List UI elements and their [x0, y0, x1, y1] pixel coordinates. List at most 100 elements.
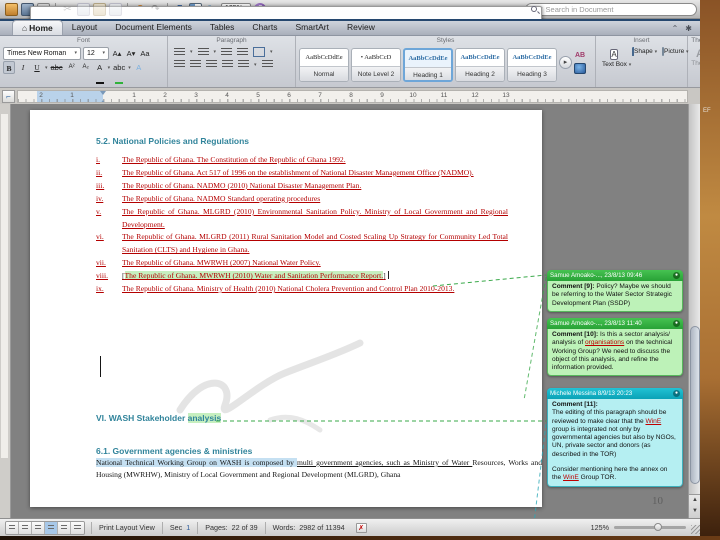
tab-home[interactable]: ⌂ Home: [12, 20, 63, 35]
reference-item[interactable]: v. The Republic of Ghana. MLGRD (2010) En…: [96, 206, 508, 232]
textbox-icon: A: [610, 49, 618, 60]
style-heading-2[interactable]: AaBbCcDdEe Heading 2: [455, 48, 505, 82]
underline-button[interactable]: U: [31, 61, 43, 74]
subscript-button[interactable]: A₂: [80, 61, 92, 74]
misspelled-word: WinE: [563, 474, 579, 482]
insert-textbox-button[interactable]: A Text Box ▾: [602, 48, 631, 68]
view-draft-button[interactable]: [6, 521, 19, 534]
spelling-status-icon[interactable]: ✗: [355, 522, 367, 533]
view-outline-button[interactable]: [19, 521, 32, 534]
tab-smartart[interactable]: SmartArt: [286, 20, 338, 35]
style-guides-icon[interactable]: [574, 63, 586, 74]
change-case-button[interactable]: Aa: [139, 47, 151, 60]
resize-grip[interactable]: [691, 525, 700, 534]
bullets-icon[interactable]: [174, 47, 185, 57]
search-placeholder: Search in Document: [545, 4, 614, 14]
align-center-icon[interactable]: [190, 60, 201, 69]
comment-header: Samue Amoako-..., 23/8/13 11:40 ●: [547, 318, 683, 329]
view-publishing-button[interactable]: [32, 521, 45, 534]
tab-tables[interactable]: Tables: [201, 20, 244, 35]
ribbon-tabs: ⌂ Home Layout Document Elements Tables Charts…: [12, 20, 384, 35]
manage-styles-icon[interactable]: AB: [574, 50, 586, 61]
pages-indicator[interactable]: Pages: 22 of 39: [197, 521, 264, 534]
indent-markers[interactable]: [100, 90, 107, 102]
font-color-button[interactable]: A: [94, 61, 106, 84]
zoom-slider[interactable]: [614, 523, 686, 531]
align-right-icon[interactable]: [206, 60, 217, 69]
tab-layout[interactable]: Layout: [63, 20, 107, 35]
open-icon[interactable]: [5, 2, 18, 16]
reference-item[interactable]: iii. The Republic of Ghana. NADMO (2010) …: [96, 180, 508, 193]
reference-item[interactable]: vi. The Republic of Ghana. MLGRD (2011) R…: [96, 231, 508, 257]
comment-author-timestamp: Samue Amoako-..., 23/8/13 09:46: [550, 272, 643, 279]
reference-text: The Republic of Ghana. MWRWH (2007) Nati…: [122, 258, 321, 268]
decrease-indent-icon[interactable]: [221, 47, 233, 57]
italic-button[interactable]: I: [17, 61, 29, 74]
comment-collapse-button[interactable]: ●: [673, 390, 680, 397]
slide-background-strip: [700, 0, 720, 540]
strikethrough-button[interactable]: abc: [50, 61, 64, 74]
tab-document-elements[interactable]: Document Elements: [106, 20, 201, 35]
justify-icon[interactable]: [222, 60, 233, 69]
sort-icon[interactable]: [261, 60, 273, 69]
search-input[interactable]: ▾ Search in Document: [525, 2, 697, 16]
horizontal-ruler[interactable]: 2 1 1 2 3 4 5 6 7 8 9 10 11 12 13: [17, 89, 688, 103]
stakeholder-heading-text: VI. WASH Stakeholder: [96, 413, 188, 423]
ruler-number: 8: [349, 91, 353, 99]
view-fullscreen-button[interactable]: [71, 521, 84, 534]
text-cursor: [100, 356, 101, 377]
tab-review[interactable]: Review: [338, 20, 384, 35]
font-size-select[interactable]: 12 ▾: [83, 47, 109, 60]
reference-item[interactable]: i. The Republic of Ghana. The Constitutio…: [96, 154, 508, 167]
collapse-ribbon-icon[interactable]: ⌃: [672, 24, 679, 33]
comment-bubble-11[interactable]: Michele Messina 8/9/13 20:23 ● Comment [11…: [547, 388, 683, 487]
borders-icon[interactable]: [253, 47, 266, 57]
view-notebook-button[interactable]: [58, 521, 71, 534]
text-effects-button[interactable]: A: [133, 61, 145, 74]
numbering-icon[interactable]: [197, 47, 209, 57]
grow-font-button[interactable]: A▴: [111, 47, 123, 60]
reference-text: The Republic of Ghana. Act 517 of 1996 o…: [122, 167, 474, 177]
reference-item[interactable]: iv. The Republic of Ghana. NADMO Standard…: [96, 193, 508, 206]
document-page[interactable]: 5.2. National Policies and Regulations i…: [30, 110, 542, 507]
comment-bubble-9[interactable]: Samue Amoako-..., 23/8/13 09:46 ● Comment …: [547, 270, 683, 312]
ruler-number: 9: [380, 91, 384, 99]
insert-group: Insert A Text Box ▾ Shape ▾ Picture ▾: [596, 36, 689, 87]
insert-picture-button[interactable]: Picture ▾: [662, 47, 689, 56]
insert-shape-button[interactable]: Shape ▾: [632, 47, 657, 56]
reference-item[interactable]: ix. The Republic of Ghana. Ministry of He…: [96, 283, 508, 296]
increase-indent-icon[interactable]: [237, 47, 249, 57]
reference-item[interactable]: viii. [The Republic of Ghana. MWRWH (2010…: [96, 270, 508, 283]
ribbon-gear-icon[interactable]: ✱: [685, 24, 692, 33]
section-indicator[interactable]: Sec 1: [161, 521, 197, 534]
ruler-number: 2: [39, 91, 43, 99]
reference-item[interactable]: ii. The Republic of Ghana. Act 517 of 199…: [96, 167, 508, 180]
body-paragraph[interactable]: National Technical Working Group on WASH…: [96, 457, 542, 481]
vertical-ruler[interactable]: [0, 104, 11, 518]
font-family-select[interactable]: Times New Roman ▾: [3, 47, 81, 60]
highlight-color-button[interactable]: abc: [112, 61, 126, 84]
scrollbar-thumb[interactable]: [690, 326, 700, 484]
style-name: Note Level 2: [352, 66, 400, 81]
style-heading-1[interactable]: AaBbCcDdEe Heading 1: [403, 48, 453, 82]
ruler-number: 1: [70, 91, 74, 99]
superscript-button[interactable]: A²: [66, 61, 78, 74]
comment-collapse-button[interactable]: ●: [673, 320, 680, 327]
bold-button[interactable]: B: [3, 61, 15, 74]
view-print-layout-button[interactable]: [45, 521, 58, 534]
tab-charts[interactable]: Charts: [243, 20, 286, 35]
align-left-icon[interactable]: [174, 60, 185, 69]
shrink-font-button[interactable]: A▾: [125, 47, 137, 60]
style-note-level-2[interactable]: • AaBbCcD Note Level 2: [351, 48, 401, 82]
tab-stop-selector[interactable]: ⌐: [2, 89, 15, 103]
style-normal[interactable]: AaBbCcDdEe Normal: [299, 48, 349, 82]
comment-bubble-10[interactable]: Samue Amoako-..., 23/8/13 11:40 ● Comment …: [547, 318, 683, 377]
reference-item[interactable]: vii. The Republic of Ghana. MWRWH (2007) …: [96, 257, 508, 270]
comment-collapse-button[interactable]: ●: [673, 272, 680, 279]
more-styles-button[interactable]: ▸: [559, 56, 572, 69]
line-spacing-icon[interactable]: [238, 60, 249, 69]
zoom-slider-thumb[interactable]: [653, 523, 662, 531]
word-count-indicator[interactable]: Words: 2982 of 11394: [264, 521, 352, 534]
ruler-number: 6: [287, 91, 291, 99]
style-heading-3[interactable]: AaBbCcDdEe Heading 3: [507, 48, 557, 82]
